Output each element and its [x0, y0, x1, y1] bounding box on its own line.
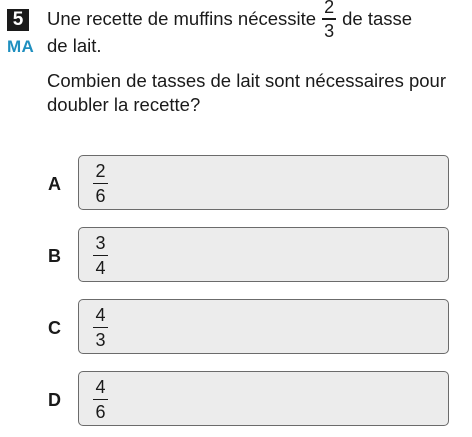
choice-c-fraction: 4 3 — [93, 305, 108, 350]
choice-a[interactable]: 2 6 — [78, 155, 449, 210]
fraction-bar — [93, 399, 108, 401]
choice-a-denominator: 6 — [95, 186, 106, 207]
choice-c-numerator: 4 — [95, 305, 106, 325]
stem-prefix: Une recette de muffins nécessite — [47, 8, 317, 29]
choice-b-numerator: 3 — [95, 233, 106, 253]
stem-fraction-denominator: 3 — [324, 20, 335, 41]
choice-letter-c: C — [48, 318, 61, 338]
choice-d-denominator: 6 — [95, 402, 106, 423]
choice-a-numerator: 2 — [95, 161, 106, 181]
stem-line-1: Une recette de muffins nécessite 2 3 de … — [47, 0, 462, 41]
choice-d[interactable]: 4 6 — [78, 371, 449, 426]
domain-label: MA — [7, 37, 35, 56]
choice-d-numerator: 4 — [95, 377, 106, 397]
stem-suffix: de tasse — [342, 8, 413, 29]
choice-c-denominator: 3 — [95, 330, 106, 351]
question-number: 5 — [7, 9, 29, 31]
choice-c[interactable]: 4 3 — [78, 299, 449, 354]
choice-b-fraction: 3 4 — [93, 233, 108, 278]
stem-line-2: de lait. — [47, 35, 102, 56]
fraction-bar — [93, 255, 108, 257]
stem-fraction: 2 3 — [322, 0, 337, 41]
choice-letter-a: A — [48, 174, 61, 194]
fraction-bar — [93, 183, 108, 185]
choice-b[interactable]: 3 4 — [78, 227, 449, 282]
question-prompt: Combien de tasses de lait sont nécessair… — [47, 70, 446, 115]
fraction-bar — [93, 327, 108, 329]
choice-d-fraction: 4 6 — [93, 377, 108, 422]
choice-b-denominator: 4 — [95, 258, 106, 279]
stem-fraction-numerator: 2 — [324, 0, 335, 18]
choice-letter-d: D — [48, 390, 61, 410]
choice-letter-b: B — [48, 246, 61, 266]
question-stem: Une recette de muffins nécessite 2 3 de … — [47, 0, 462, 58]
choice-a-fraction: 2 6 — [93, 161, 108, 206]
